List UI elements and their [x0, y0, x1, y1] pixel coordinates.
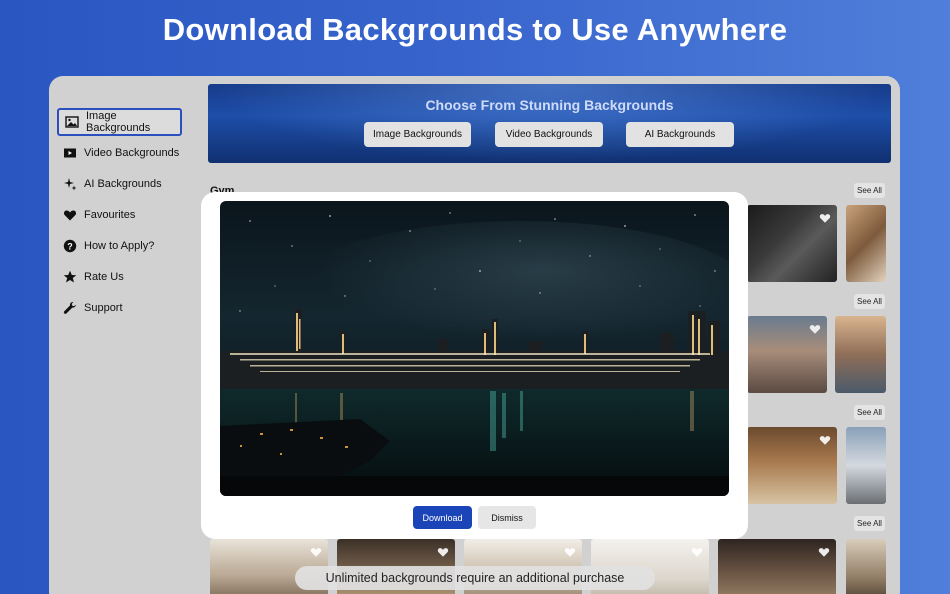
- sidebar: Image Backgrounds Video Backgrounds AI B…: [49, 76, 199, 594]
- favourite-heart-icon[interactable]: [564, 545, 576, 557]
- banner-image-backgrounds-button[interactable]: Image Backgrounds: [364, 122, 471, 147]
- thumbnail[interactable]: [846, 539, 886, 594]
- favourite-heart-icon[interactable]: [310, 545, 322, 557]
- question-icon: ?: [63, 239, 77, 253]
- sidebar-item-label: Video Backgrounds: [84, 147, 180, 159]
- preview-image: [220, 201, 729, 496]
- hero-banner: Choose From Stunning Backgrounds Image B…: [208, 84, 891, 163]
- sparkles-icon: [63, 177, 77, 191]
- favourite-heart-icon[interactable]: [819, 433, 831, 445]
- sidebar-item-favourites[interactable]: Favourites: [57, 201, 182, 229]
- image-icon: [65, 115, 79, 129]
- favourite-heart-icon[interactable]: [691, 545, 703, 557]
- download-button[interactable]: Download: [413, 506, 472, 529]
- sidebar-item-ai-backgrounds[interactable]: AI Backgrounds: [57, 170, 182, 198]
- sidebar-item-support[interactable]: Support: [57, 294, 182, 322]
- see-all-button[interactable]: See All: [854, 405, 885, 420]
- banner-ai-backgrounds-button[interactable]: AI Backgrounds: [626, 122, 734, 147]
- see-all-button[interactable]: See All: [854, 516, 885, 531]
- sidebar-item-label: Rate Us: [84, 271, 124, 283]
- star-icon: [63, 270, 77, 284]
- sidebar-item-image-backgrounds[interactable]: Image Backgrounds: [57, 108, 182, 136]
- see-all-button[interactable]: See All: [854, 183, 885, 198]
- preview-modal: Download Dismiss: [201, 192, 748, 539]
- sidebar-item-label: Support: [84, 302, 123, 314]
- banner-title: Choose From Stunning Backgrounds: [425, 97, 674, 113]
- sidebar-item-label: How to Apply?: [84, 240, 155, 252]
- thumbnail[interactable]: [718, 539, 836, 594]
- sidebar-item-rate-us[interactable]: Rate Us: [57, 263, 182, 291]
- purchase-notice-toast: Unlimited backgrounds require an additio…: [295, 566, 655, 590]
- sidebar-item-label: Image Backgrounds: [86, 110, 151, 134]
- thumbnail[interactable]: [846, 427, 886, 504]
- thumbnail[interactable]: [747, 427, 837, 504]
- thumbnail[interactable]: [846, 205, 886, 282]
- dismiss-button[interactable]: Dismiss: [478, 506, 536, 529]
- banner-video-backgrounds-button[interactable]: Video Backgrounds: [495, 122, 603, 147]
- favourite-heart-icon[interactable]: [819, 211, 831, 223]
- sidebar-item-video-backgrounds[interactable]: Video Backgrounds: [57, 139, 182, 167]
- thumbnail[interactable]: [835, 316, 886, 393]
- favourite-heart-icon[interactable]: [437, 545, 449, 557]
- video-icon: [63, 146, 77, 160]
- thumbnail[interactable]: [747, 205, 837, 282]
- thumbnail[interactable]: [747, 316, 827, 393]
- favourite-heart-icon[interactable]: [809, 322, 821, 334]
- page-headline: Download Backgrounds to Use Anywhere: [162, 12, 788, 47]
- svg-text:?: ?: [67, 241, 73, 251]
- heart-icon: [63, 208, 77, 222]
- sidebar-item-label: Favourites: [84, 209, 136, 221]
- wrench-icon: [63, 301, 77, 315]
- sidebar-item-label: AI Backgrounds: [84, 178, 162, 190]
- sidebar-item-how-to-apply[interactable]: ? How to Apply?: [57, 232, 182, 260]
- favourite-heart-icon[interactable]: [818, 545, 830, 557]
- see-all-button[interactable]: See All: [854, 294, 885, 309]
